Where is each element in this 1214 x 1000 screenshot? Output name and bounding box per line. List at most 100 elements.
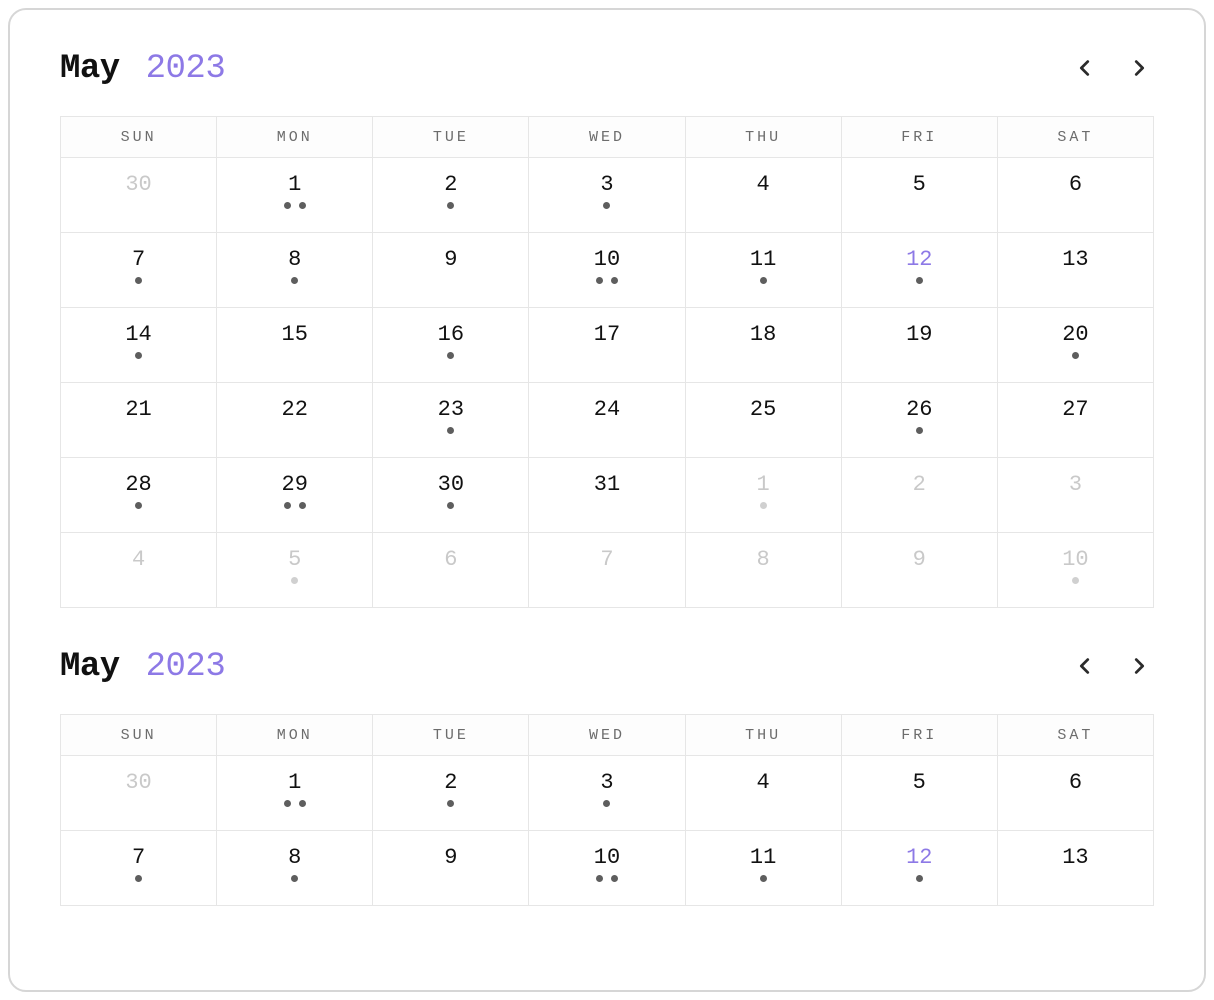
calendar-demo-frame: May 2023SUNMONTUEWEDTHUFRISAT30123456789… xyxy=(8,8,1206,992)
event-dots xyxy=(842,427,997,437)
calendar-day-cell[interactable]: 4 xyxy=(685,756,841,831)
calendar-day-cell[interactable]: 8 xyxy=(217,831,373,906)
event-dots xyxy=(373,502,528,512)
event-dot xyxy=(916,875,923,882)
calendar-day-cell[interactable]: 18 xyxy=(685,308,841,383)
event-dots xyxy=(686,800,841,810)
event-dots xyxy=(373,577,528,587)
calendar-day-cell[interactable]: 31 xyxy=(529,458,685,533)
calendar-day-cell[interactable]: 24 xyxy=(529,383,685,458)
calendar-day-cell[interactable]: 9 xyxy=(373,831,529,906)
calendar-day-cell[interactable]: 20 xyxy=(997,308,1153,383)
day-number: 30 xyxy=(373,474,528,496)
calendar-day-cell[interactable]: 25 xyxy=(685,383,841,458)
weekday-header: SAT xyxy=(997,117,1153,158)
event-dot xyxy=(135,352,142,359)
calendar-day-cell[interactable]: 13 xyxy=(997,831,1153,906)
calendar-day-cell[interactable]: 21 xyxy=(61,383,217,458)
day-number: 8 xyxy=(217,847,372,869)
day-number: 3 xyxy=(529,772,684,794)
calendar-day-cell[interactable]: 4 xyxy=(61,533,217,608)
day-number: 2 xyxy=(842,474,997,496)
calendar-day-cell[interactable]: 27 xyxy=(997,383,1153,458)
calendar-day-cell[interactable]: 22 xyxy=(217,383,373,458)
calendar-day-cell[interactable]: 28 xyxy=(61,458,217,533)
event-dots xyxy=(217,502,372,512)
calendar-day-cell[interactable]: 6 xyxy=(997,158,1153,233)
calendar-day-cell[interactable]: 19 xyxy=(841,308,997,383)
event-dots xyxy=(842,502,997,512)
day-number: 30 xyxy=(61,174,216,196)
calendar-day-cell[interactable]: 8 xyxy=(685,533,841,608)
event-dots xyxy=(998,502,1153,512)
calendar-day-cell[interactable]: 6 xyxy=(373,533,529,608)
calendar-day-cell[interactable]: 1 xyxy=(685,458,841,533)
event-dots xyxy=(217,875,372,885)
calendar-day-cell[interactable]: 5 xyxy=(217,533,373,608)
calendar-grid: SUNMONTUEWEDTHUFRISAT3012345678910111213 xyxy=(60,714,1154,906)
event-dot xyxy=(1072,352,1079,359)
event-dots xyxy=(217,277,372,287)
event-dots xyxy=(998,875,1153,885)
prev-month-button[interactable] xyxy=(1070,53,1100,86)
calendar-day-cell[interactable]: 26 xyxy=(841,383,997,458)
next-month-button[interactable] xyxy=(1124,53,1154,86)
calendar-day-cell[interactable]: 9 xyxy=(373,233,529,308)
calendar-day-cell[interactable]: 7 xyxy=(61,233,217,308)
calendar-day-cell[interactable]: 2 xyxy=(373,756,529,831)
calendar-day-cell[interactable]: 5 xyxy=(841,158,997,233)
calendar-day-cell[interactable]: 12 xyxy=(841,233,997,308)
day-number: 1 xyxy=(217,772,372,794)
calendar-day-cell[interactable]: 30 xyxy=(61,756,217,831)
event-dots xyxy=(217,352,372,362)
calendar-day-cell[interactable]: 29 xyxy=(217,458,373,533)
day-number: 29 xyxy=(217,474,372,496)
calendar-day-cell[interactable]: 6 xyxy=(997,756,1153,831)
calendar-day-cell[interactable]: 12 xyxy=(841,831,997,906)
prev-month-button[interactable] xyxy=(1070,651,1100,684)
calendar-day-cell[interactable]: 16 xyxy=(373,308,529,383)
calendar-day-cell[interactable]: 4 xyxy=(685,158,841,233)
calendar-day-cell[interactable]: 30 xyxy=(373,458,529,533)
calendar-day-cell[interactable]: 5 xyxy=(841,756,997,831)
day-number: 12 xyxy=(842,847,997,869)
weekday-header: FRI xyxy=(841,715,997,756)
event-dot xyxy=(447,800,454,807)
event-dots xyxy=(217,800,372,810)
calendar-day-cell[interactable]: 17 xyxy=(529,308,685,383)
day-number: 20 xyxy=(998,324,1153,346)
calendar-day-cell[interactable]: 14 xyxy=(61,308,217,383)
calendar-day-cell[interactable]: 30 xyxy=(61,158,217,233)
calendar-day-cell[interactable]: 10 xyxy=(529,233,685,308)
calendar-day-cell[interactable]: 3 xyxy=(529,158,685,233)
calendar-day-cell[interactable]: 3 xyxy=(997,458,1153,533)
calendar-day-cell[interactable]: 3 xyxy=(529,756,685,831)
event-dots xyxy=(529,577,684,587)
calendar-day-cell[interactable]: 11 xyxy=(685,831,841,906)
calendar-day-cell[interactable]: 9 xyxy=(841,533,997,608)
calendar-block: May 2023SUNMONTUEWEDTHUFRISAT30123456789… xyxy=(60,50,1154,608)
event-dot xyxy=(291,577,298,584)
calendar-day-cell[interactable]: 10 xyxy=(997,533,1153,608)
calendar-day-cell[interactable]: 8 xyxy=(217,233,373,308)
day-number: 6 xyxy=(998,174,1153,196)
calendar-title: May 2023 xyxy=(60,50,225,88)
calendar-day-cell[interactable]: 13 xyxy=(997,233,1153,308)
calendar-day-cell[interactable]: 10 xyxy=(529,831,685,906)
calendar-day-cell[interactable]: 7 xyxy=(61,831,217,906)
calendar-day-cell[interactable]: 11 xyxy=(685,233,841,308)
calendar-day-cell[interactable]: 1 xyxy=(217,158,373,233)
weekday-header: MON xyxy=(217,715,373,756)
event-dots xyxy=(529,800,684,810)
calendar-day-cell[interactable]: 2 xyxy=(373,158,529,233)
next-month-button[interactable] xyxy=(1124,651,1154,684)
day-number: 5 xyxy=(217,549,372,571)
calendar-day-cell[interactable]: 1 xyxy=(217,756,373,831)
calendar-day-cell[interactable]: 15 xyxy=(217,308,373,383)
event-dot xyxy=(447,202,454,209)
event-dots xyxy=(998,577,1153,587)
calendar-day-cell[interactable]: 23 xyxy=(373,383,529,458)
calendar-day-cell[interactable]: 2 xyxy=(841,458,997,533)
calendar-day-cell[interactable]: 7 xyxy=(529,533,685,608)
event-dots xyxy=(61,800,216,810)
